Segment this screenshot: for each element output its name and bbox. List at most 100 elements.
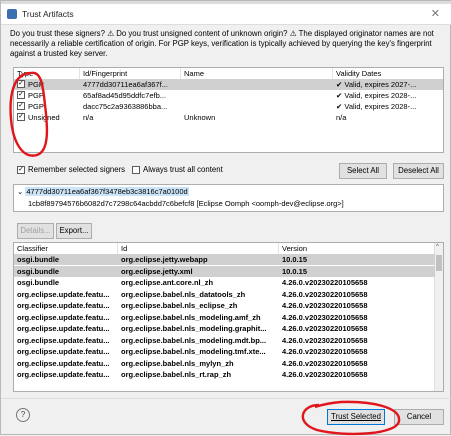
artifact-classifier: org.eclipse.update.featu... bbox=[17, 358, 110, 368]
remember-signers-checkbox[interactable]: ✓ bbox=[17, 166, 25, 174]
signer-type: Unsigned bbox=[28, 113, 60, 122]
artifact-classifier: org.eclipse.update.featu... bbox=[17, 324, 110, 333]
artifact-classifier: org.eclipse.update.featu... bbox=[17, 335, 110, 345]
artifact-version: 4.26.0.v20230220105658 bbox=[282, 301, 368, 310]
artifact-version: 4.26.0.v20230220105658 bbox=[282, 358, 368, 368]
trust-description: Do you trust these signers? ⚠ Do you tru… bbox=[10, 29, 434, 58]
artifact-classifier: org.eclipse.update.featu... bbox=[17, 312, 110, 322]
signer-type: PGP bbox=[28, 91, 44, 100]
artifact-row[interactable]: osgi.bundle org.eclipse.jetty.xml 10.0.15 bbox=[14, 265, 435, 277]
help-icon[interactable]: ? bbox=[16, 408, 30, 422]
tree-root-item[interactable]: ⌄ 4777dd30711ea6af367f3478eb3c3816c7a010… bbox=[17, 187, 189, 196]
artifact-version: 4.26.0.v20230220105658 bbox=[282, 370, 368, 379]
artifact-version: 10.0.15 bbox=[282, 255, 308, 264]
artifact-row[interactable]: org.eclipse.update.featu... org.eclipse.b… bbox=[14, 300, 435, 311]
signer-details-tree[interactable]: ⌄ 4777dd30711ea6af367f3478eb3c3816c7a010… bbox=[13, 184, 444, 212]
title-divider bbox=[1, 24, 451, 25]
signer-checkbox[interactable]: ✓ bbox=[17, 91, 25, 99]
close-icon[interactable]: ✕ bbox=[431, 7, 440, 20]
trust-selected-label: Trust Selected bbox=[331, 412, 381, 421]
artifact-row[interactable]: org.eclipse.update.featu... org.eclipse.b… bbox=[14, 312, 435, 323]
tree-root-fingerprint: 4777dd30711ea6af367f3478eb3c3816c7a0100d bbox=[25, 187, 189, 196]
artifact-row[interactable]: org.eclipse.update.featu... org.eclipse.b… bbox=[14, 335, 435, 346]
artifact-row[interactable]: osgi.bundle org.eclipse.ant.core.nl_zh 4.2… bbox=[14, 277, 435, 288]
artifact-row[interactable]: org.eclipse.update.featu... org.eclipse.b… bbox=[14, 323, 435, 334]
column-header-id[interactable]: Id/Fingerprint bbox=[80, 68, 181, 79]
artifact-version: 10.0.15 bbox=[282, 266, 308, 276]
signers-table[interactable]: Type Id/Fingerprint Name Validity Dates … bbox=[13, 67, 444, 153]
artifact-version: 4.26.0.v20230220105658 bbox=[282, 335, 368, 345]
artifact-id: org.eclipse.babel.nls_modeling.amf_zh bbox=[121, 312, 261, 322]
artifacts-scrollbar[interactable]: ^ bbox=[434, 243, 443, 391]
signer-fingerprint: 4777dd30711ea6af367f... bbox=[83, 80, 168, 89]
remember-signers-label[interactable]: Remember selected signers bbox=[28, 165, 125, 175]
signer-checkbox[interactable]: ✓ bbox=[17, 113, 25, 121]
window-title: Trust Artifacts bbox=[22, 9, 74, 19]
column-header-classifier[interactable]: Classifier bbox=[14, 243, 118, 254]
artifact-id: org.eclipse.ant.core.nl_zh bbox=[121, 278, 214, 287]
artifact-id: org.eclipse.jetty.xml bbox=[121, 266, 193, 276]
column-header-validity[interactable]: Validity Dates bbox=[333, 68, 443, 79]
export-button[interactable]: Export... bbox=[56, 223, 92, 239]
always-trust-label[interactable]: Always trust all content bbox=[143, 165, 223, 175]
artifact-classifier: osgi.bundle bbox=[17, 255, 60, 264]
signer-validity: ✔ Valid, expires 2027-... bbox=[336, 80, 417, 89]
title-bar: Trust Artifacts ✕ bbox=[1, 4, 451, 24]
signer-checkbox[interactable]: ✓ bbox=[17, 102, 25, 110]
signer-validity: ✔ Valid, expires 2028-... bbox=[336, 91, 417, 100]
artifacts-table[interactable]: Classifier Id Version ^ osgi.bundle org.e… bbox=[13, 242, 444, 392]
signer-type: PGP bbox=[28, 102, 44, 111]
signer-row[interactable]: ✓ PGP 4777dd30711ea6af367f... ✔ Valid, expi… bbox=[14, 79, 443, 90]
artifact-row[interactable]: org.eclipse.update.featu... org.eclipse.b… bbox=[14, 289, 435, 300]
artifact-version: 4.26.0.v20230220105658 bbox=[282, 347, 368, 356]
artifact-version: 4.26.0.v20230220105658 bbox=[282, 312, 368, 322]
artifact-classifier: org.eclipse.update.featu... bbox=[17, 301, 110, 310]
artifact-id: org.eclipse.jetty.webapp bbox=[121, 255, 208, 264]
column-header-type[interactable]: Type bbox=[14, 68, 80, 79]
artifact-version: 4.26.0.v20230220105658 bbox=[282, 289, 368, 299]
artifact-row[interactable]: org.eclipse.update.featu... org.eclipse.b… bbox=[14, 358, 435, 369]
signer-checkbox[interactable]: ✓ bbox=[17, 80, 25, 88]
signer-row[interactable]: ✓ Unsigned n/a Unknown n/a bbox=[14, 112, 443, 123]
artifact-classifier: org.eclipse.update.featu... bbox=[17, 289, 110, 299]
signer-validity: n/a bbox=[336, 113, 347, 122]
footer-divider bbox=[1, 398, 451, 399]
details-button[interactable]: Details... bbox=[17, 223, 54, 239]
eclipse-app-icon bbox=[7, 9, 17, 19]
artifact-classifier: osgi.bundle bbox=[17, 278, 60, 287]
column-header-name[interactable]: Name bbox=[181, 68, 333, 79]
artifact-version: 4.26.0.v20230220105658 bbox=[282, 324, 368, 333]
signer-type: PGP bbox=[28, 80, 44, 89]
scrollbar-thumb[interactable] bbox=[436, 255, 442, 271]
scroll-up-icon[interactable]: ^ bbox=[436, 244, 439, 250]
select-all-button[interactable]: Select All bbox=[339, 163, 387, 179]
artifact-classifier: org.eclipse.update.featu... bbox=[17, 347, 110, 356]
signer-fingerprint: n/a bbox=[83, 113, 94, 122]
signer-name: Unknown bbox=[184, 113, 216, 122]
artifact-classifier: org.eclipse.update.featu... bbox=[17, 370, 110, 379]
artifact-row[interactable]: osgi.bundle org.eclipse.jetty.webapp 10.0.… bbox=[14, 254, 435, 265]
artifact-id: org.eclipse.babel.nls_modeling.mdt.bp... bbox=[121, 335, 267, 345]
chevron-down-icon[interactable]: ⌄ bbox=[17, 187, 23, 196]
artifact-id: org.eclipse.babel.nls_modeling.tmf.xte..… bbox=[121, 347, 266, 356]
deselect-all-button[interactable]: Deselect All bbox=[393, 163, 444, 179]
column-header-version[interactable]: Version bbox=[279, 243, 435, 254]
artifact-id: org.eclipse.babel.nls_eclipse_zh bbox=[121, 301, 238, 310]
artifact-id: org.eclipse.babel.nls_mylyn_zh bbox=[121, 358, 234, 368]
artifact-classifier: osgi.bundle bbox=[17, 266, 60, 276]
column-header-artifact-id[interactable]: Id bbox=[118, 243, 279, 254]
artifact-row[interactable]: org.eclipse.update.featu... org.eclipse.b… bbox=[14, 346, 435, 357]
always-trust-checkbox[interactable] bbox=[132, 166, 140, 174]
artifact-row[interactable]: org.eclipse.update.featu... org.eclipse.b… bbox=[14, 369, 435, 380]
artifact-id: org.eclipse.babel.nls_modeling.graphit..… bbox=[121, 324, 267, 333]
tree-child-item[interactable]: 1cb8f89794576b6082d7c7298c64acbdd7c6befc… bbox=[28, 199, 440, 208]
signer-row[interactable]: ✓ PGP dacc75c2a9363886bba... ✔ Valid, expir… bbox=[14, 101, 443, 112]
signer-fingerprint: 65af8ad45d95ddfc7efb... bbox=[83, 91, 166, 100]
cancel-button[interactable]: Cancel bbox=[394, 409, 444, 425]
trust-selected-button[interactable]: Trust Selected bbox=[327, 409, 385, 425]
trust-artifacts-dialog: Trust Artifacts ✕ Do you trust these sig… bbox=[0, 0, 451, 436]
artifact-id: org.eclipse.babel.nls_rt.rap_zh bbox=[121, 370, 232, 379]
artifact-id: org.eclipse.babel.nls_datatools_zh bbox=[121, 289, 246, 299]
signer-row[interactable]: ✓ PGP 65af8ad45d95ddfc7efb... ✔ Valid, expi… bbox=[14, 90, 443, 101]
artifact-version: 4.26.0.v20230220105658 bbox=[282, 278, 368, 287]
